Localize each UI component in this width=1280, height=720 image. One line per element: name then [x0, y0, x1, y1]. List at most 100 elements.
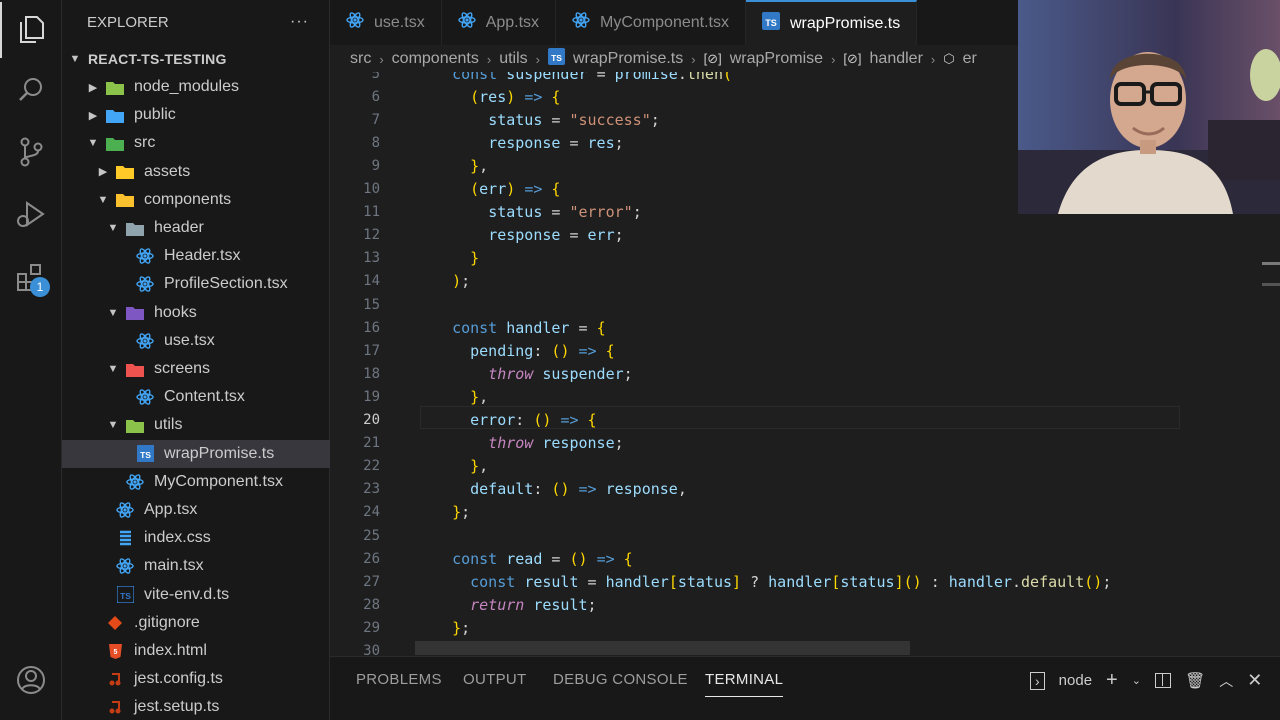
code-line[interactable]: 23 default: () => response, [330, 478, 1280, 501]
horizontal-scrollbar[interactable] [415, 641, 910, 655]
chevron-down-icon: ▼ [107, 363, 119, 375]
line-number: 25 [363, 527, 380, 544]
hooks-folder-icon [126, 304, 144, 322]
search-icon[interactable] [0, 62, 62, 118]
code-line[interactable]: 25 [330, 524, 1280, 547]
chevron-right-icon: › [486, 51, 492, 67]
breadcrumb-item[interactable]: wrapPromise.ts [573, 50, 683, 68]
tree-item-label: use.tsx [164, 331, 215, 349]
maximize-panel-icon[interactable]: ︿ [1219, 671, 1233, 691]
src-folder-icon [106, 134, 124, 152]
code-line[interactable]: 13 } [330, 247, 1280, 270]
breadcrumb-item[interactable]: er [963, 50, 977, 68]
explorer-icon[interactable] [0, 2, 62, 58]
breadcrumb-item[interactable]: components [392, 50, 479, 68]
chevron-down-icon[interactable]: ⌄ [1132, 674, 1141, 687]
tree-item-folder-src[interactable]: ▼ src [62, 129, 330, 157]
react-icon [136, 388, 154, 406]
code-line[interactable]: 27 const result = handler[status] ? hand… [330, 570, 1280, 593]
tree-item-file-vite-env-d-ts[interactable]: TS vite-env.d.ts [62, 581, 330, 609]
tab-problems[interactable]: PROBLEMS [356, 671, 442, 688]
tree-item-folder-public[interactable]: ▶ public [62, 101, 330, 129]
code-line[interactable]: 14 ); [330, 270, 1280, 293]
tab-wrappromise-ts[interactable]: TS wrapPromise.ts [745, 0, 918, 45]
line-number: 6 [371, 88, 380, 105]
tree-item-file-jest-setup-ts[interactable]: jest.setup.ts [62, 693, 330, 720]
tree-item-file-index-html[interactable]: 5 index.html [62, 637, 330, 665]
tree-item-folder-assets[interactable]: ▶ assets [62, 158, 330, 186]
breadcrumb-item[interactable]: utils [499, 50, 527, 68]
terminal-name[interactable]: node [1059, 672, 1092, 689]
line-number: 24 [363, 504, 380, 521]
close-panel-icon[interactable]: ✕ [1247, 670, 1262, 691]
chevron-down-icon: ▼ [69, 53, 81, 65]
tree-item-file-gitignore[interactable]: .gitignore [62, 609, 330, 637]
tree-item-file-jest-config-ts[interactable]: jest.config.ts [62, 665, 330, 693]
code-line[interactable]: 20 error: () => { [330, 409, 1280, 432]
variable-icon: [⊘] [843, 51, 862, 66]
line-number: 26 [363, 550, 380, 567]
source-control-icon[interactable] [0, 124, 62, 180]
code-text: (err) => { [470, 180, 561, 198]
tree-item-folder-utils[interactable]: ▼ utils [62, 411, 330, 439]
code-line[interactable]: 26 const read = () => { [330, 547, 1280, 570]
tree-item-folder-header[interactable]: ▼ header [62, 214, 330, 242]
tree-item-file-app-tsx[interactable]: App.tsx [62, 496, 330, 524]
code-line[interactable]: 18 throw suspender; [330, 362, 1280, 385]
tab-app-tsx[interactable]: App.tsx [442, 0, 557, 45]
tree-item-file-profilesection-tsx[interactable]: ProfileSection.tsx [62, 270, 330, 298]
tree-item-folder-hooks[interactable]: ▼ hooks [62, 299, 330, 327]
explorer-sidebar: EXPLORER ··· ▼ REACT-TS-TESTING ▶ node_mo… [62, 0, 330, 720]
add-terminal-icon[interactable]: + [1106, 669, 1118, 692]
code-line[interactable]: 21 throw response; [330, 432, 1280, 455]
chevron-right-icon: ▶ [88, 109, 98, 122]
svg-text:TS: TS [120, 591, 131, 601]
tree-item-file-wrappromise-ts[interactable]: TS wrapPromise.ts [62, 439, 330, 468]
tab-debug-console[interactable]: DEBUG CONSOLE [553, 671, 688, 688]
react-icon [136, 275, 154, 293]
extensions-icon[interactable] [0, 250, 62, 306]
code-line[interactable]: 19 }, [330, 385, 1280, 408]
breadcrumb-item[interactable]: src [350, 50, 371, 68]
line-number: 11 [363, 204, 380, 221]
code-line[interactable]: 22 }, [330, 455, 1280, 478]
trash-icon[interactable]: 🗑 [1185, 671, 1205, 691]
code-line[interactable]: 29 }; [330, 616, 1280, 639]
tree-item-file-use-tsx[interactable]: use.tsx [62, 327, 330, 355]
breadcrumb-item[interactable]: wrapPromise [730, 50, 823, 68]
tree-item-file-content-tsx[interactable]: Content.tsx [62, 383, 330, 411]
tree-item-label: hooks [154, 303, 197, 321]
code-line[interactable]: 17 pending: () => { [330, 339, 1280, 362]
tree-item-folder-screens[interactable]: ▼ screens [62, 355, 330, 383]
tab-mycomponent-tsx[interactable]: MyComponent.tsx [556, 0, 746, 45]
code-line[interactable]: 28 return result; [330, 593, 1280, 616]
tree-item-label: node_modules [134, 78, 239, 95]
webcam-overlay [1018, 0, 1280, 214]
breadcrumb-item[interactable]: handler [870, 50, 923, 68]
code-line[interactable]: 12 response = err; [330, 224, 1280, 247]
css-icon [116, 529, 134, 547]
tree-item-folder-node-modules[interactable]: ▶ node_modules [62, 73, 330, 101]
tab-use-tsx[interactable]: use.tsx [330, 0, 442, 45]
tree-item-label: screens [154, 360, 211, 377]
line-number: 19 [363, 388, 380, 405]
code-line[interactable]: 16 const handler = { [330, 316, 1280, 339]
tree-item-file-index-css[interactable]: index.css [62, 524, 330, 552]
tree-item-file-mycomponent-tsx[interactable]: MyComponent.tsx [62, 468, 330, 496]
code-line[interactable]: 24 }; [330, 501, 1280, 524]
tab-terminal[interactable]: TERMINAL [705, 671, 784, 697]
tree-item-file-header-tsx[interactable]: Header.tsx [62, 242, 330, 270]
chevron-right-icon: ▶ [98, 166, 108, 179]
split-terminal-icon[interactable] [1154, 673, 1171, 688]
run-debug-icon[interactable] [0, 186, 62, 242]
line-number: 15 [363, 296, 380, 313]
tree-item-folder-components[interactable]: ▼ components [62, 186, 330, 214]
tree-item-file-main-tsx[interactable]: main.tsx [62, 552, 330, 580]
tab-output[interactable]: OUTPUT [463, 671, 526, 688]
tree-item-label: MyComponent.tsx [154, 472, 283, 490]
more-actions-icon[interactable]: ··· [290, 13, 309, 31]
project-root[interactable]: ▼ REACT-TS-TESTING [62, 45, 330, 73]
code-line[interactable]: 15 [330, 293, 1280, 316]
account-icon[interactable] [0, 652, 62, 708]
code-text: }; [452, 503, 471, 522]
